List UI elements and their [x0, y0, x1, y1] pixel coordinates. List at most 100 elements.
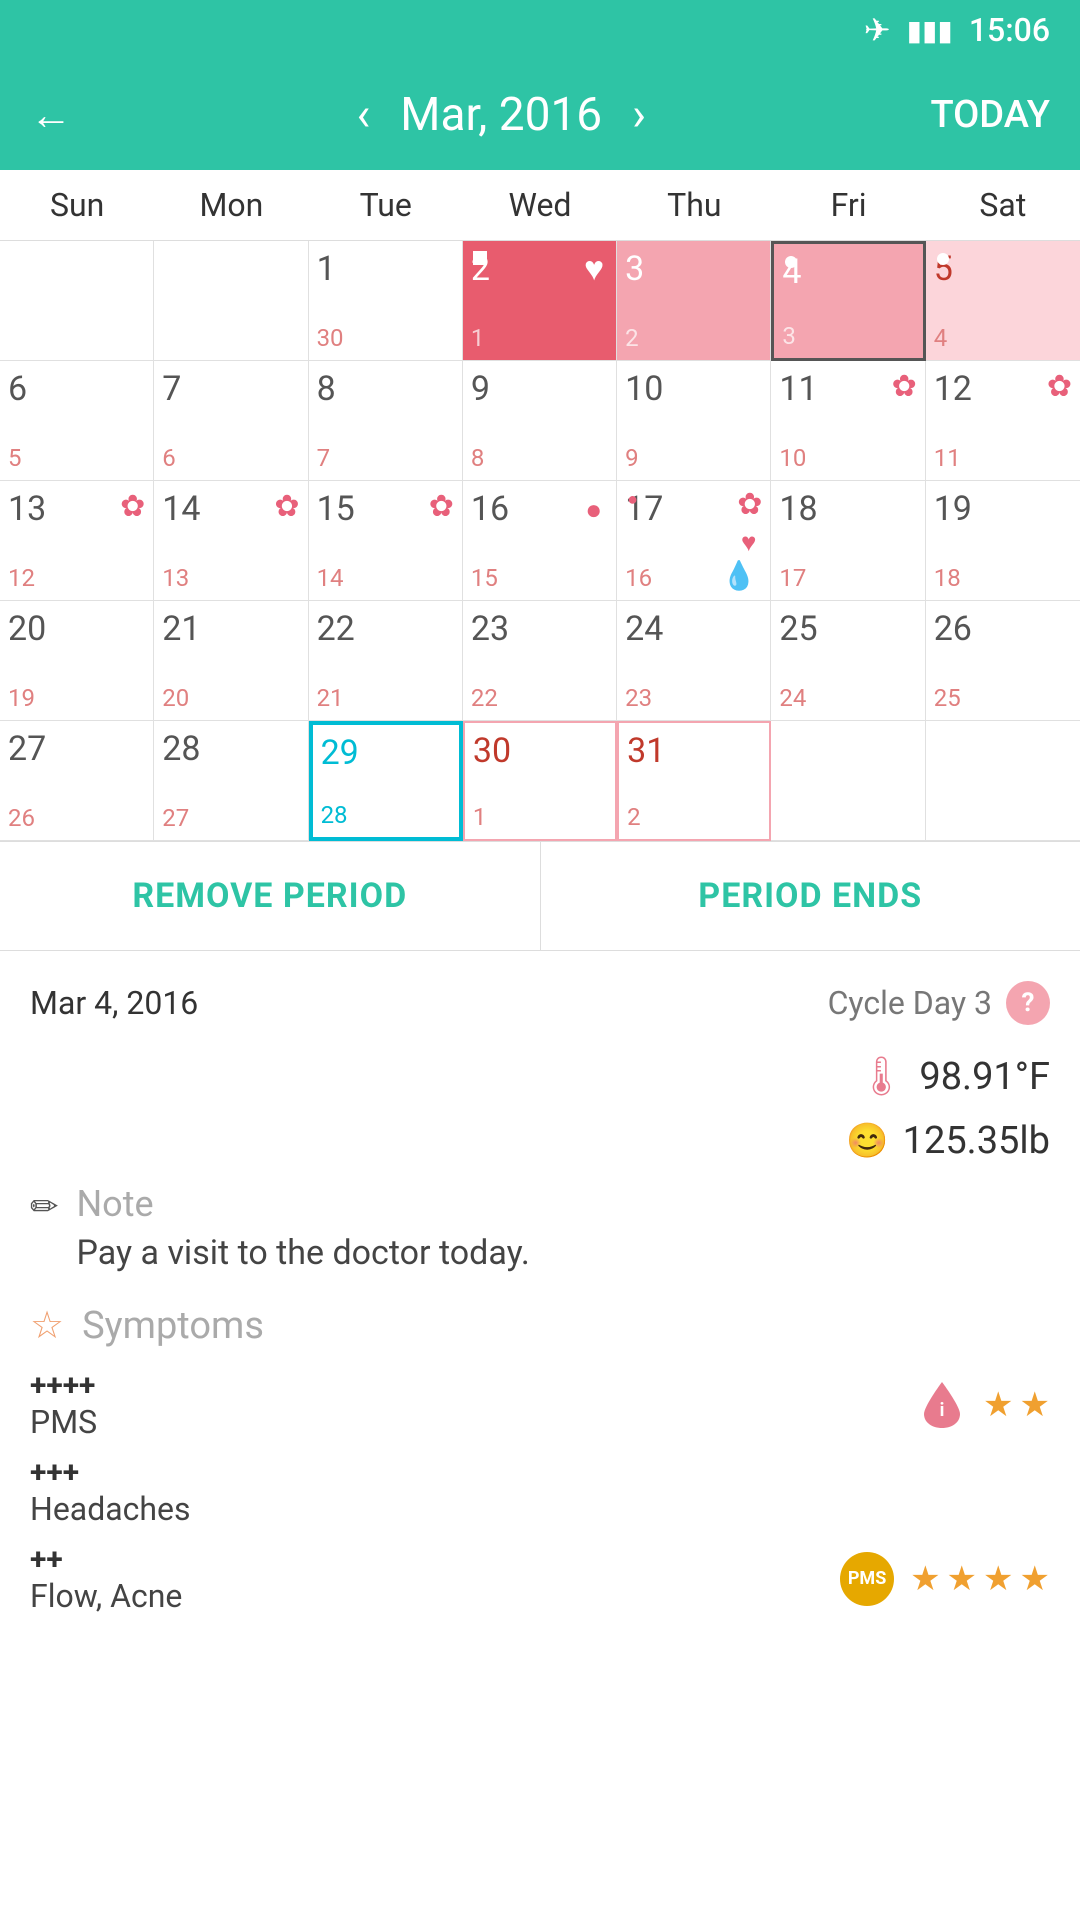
calendar-cell-26[interactable]: 26 25: [926, 601, 1080, 721]
svg-text:i: i: [940, 1400, 945, 1421]
dot-icon: [784, 254, 798, 268]
calendar-cell-27[interactable]: 27 26: [0, 721, 154, 841]
calendar-cell-7[interactable]: 7 6: [154, 361, 308, 481]
pms-stars: ★ ★: [983, 1385, 1050, 1425]
calendar-cell-24[interactable]: 24 23: [617, 601, 771, 721]
calendar-cell-22[interactable]: 22 21: [309, 601, 463, 721]
calendar-cell-8[interactable]: 8 7: [309, 361, 463, 481]
calendar-header: ← ‹ Mar, 2016 › TODAY: [0, 60, 1080, 170]
calendar-cell-15[interactable]: 15 14 ✿: [309, 481, 463, 601]
symptoms-star-icon[interactable]: ☆: [30, 1303, 64, 1348]
symptom-pms: ++++ PMS i ★ ★: [30, 1368, 1050, 1441]
calendar-cell-12[interactable]: 12 11 ✿: [926, 361, 1080, 481]
pms-badge-icon: PMS: [840, 1552, 894, 1606]
status-time: 15:06: [969, 11, 1050, 49]
flower-icon: ✿: [274, 489, 299, 524]
calendar-cell-14[interactable]: 14 13 ✿: [154, 481, 308, 601]
calendar-cell-2[interactable]: 2 1 ♥: [463, 241, 617, 361]
circle-icon: ●: [585, 493, 602, 526]
calendar-cell-6[interactable]: 6 5: [0, 361, 154, 481]
flower-icon: ✿: [429, 489, 454, 524]
calendar-cell-16[interactable]: 16 15 ●: [463, 481, 617, 601]
calendar-cell-3[interactable]: 3 2: [617, 241, 771, 361]
day-header-mon: Mon: [154, 170, 308, 240]
status-bar: ✈ ▮▮▮ 15:06: [0, 0, 1080, 60]
symptom-flow-acne: ++ Flow, Acne PMS ★ ★ ★ ★: [30, 1542, 1050, 1615]
calendar-cell-21[interactable]: 21 20: [154, 601, 308, 721]
calendar-cell-19[interactable]: 19 18: [926, 481, 1080, 601]
calendar-cell-30[interactable]: 30 1: [463, 721, 617, 841]
note-pencil-icon[interactable]: ✏: [30, 1187, 59, 1227]
calendar-cell-29[interactable]: 29 28: [309, 721, 463, 841]
day-header-sat: Sat: [926, 170, 1080, 240]
dot-icon: ●: [627, 489, 638, 510]
note-section: ✏ Note Pay a visit to the doctor today.: [30, 1183, 1050, 1273]
detail-date: Mar 4, 2016: [30, 984, 198, 1022]
symptom-name-pms: PMS: [30, 1403, 97, 1441]
flower-icon: ✿: [1047, 369, 1072, 404]
calendar-cell-empty: [0, 241, 154, 361]
scale-icon: 😊: [846, 1121, 888, 1161]
calendar-cell-28[interactable]: 28 27: [154, 721, 308, 841]
cycle-day-label: Cycle Day 3: [828, 984, 992, 1022]
day-header-thu: Thu: [617, 170, 771, 240]
detail-section: Mar 4, 2016 Cycle Day 3 ? 🌡 98.91°F 😊 12…: [0, 951, 1080, 1615]
battery-icon: ▮▮▮: [907, 14, 953, 47]
month-nav: ‹ Mar, 2016 ›: [356, 88, 646, 142]
detail-header: Mar 4, 2016 Cycle Day 3 ?: [30, 981, 1050, 1025]
symptom-name-headaches: Headaches: [30, 1490, 191, 1528]
calendar-grid: 1 30 2 1 ♥ 3 2 4 3 5 4 6 5 7 6: [0, 241, 1080, 841]
calendar-cell-empty: [926, 721, 1080, 841]
calendar-cell-4[interactable]: 4 3: [771, 241, 925, 361]
remove-period-button[interactable]: REMOVE PERIOD: [0, 842, 541, 950]
calendar-cell-empty: [154, 241, 308, 361]
drop-icon: 💧: [722, 559, 757, 592]
temperature-stat: 🌡 98.91°F: [857, 1055, 1050, 1099]
calendar-cell-25[interactable]: 25 24: [771, 601, 925, 721]
back-button[interactable]: ←: [30, 91, 72, 140]
calendar-cell-13[interactable]: 13 12 ✿: [0, 481, 154, 601]
note-text: Pay a visit to the doctor today.: [77, 1233, 530, 1273]
flower-icon: ✿: [737, 487, 762, 522]
symptom-intensity-2: +++: [30, 1455, 191, 1490]
day-headers: Sun Mon Tue Wed Thu Fri Sat: [0, 170, 1080, 241]
symptoms-header: ☆ Symptoms: [30, 1303, 1050, 1348]
temperature-value: 98.91°F: [919, 1055, 1050, 1099]
weight-value: 125.35lb: [903, 1119, 1050, 1163]
heart-icon: ♥: [584, 249, 604, 289]
weight-stat: 😊 125.35lb: [846, 1119, 1050, 1163]
dot-icon: [473, 251, 487, 265]
airplane-icon: ✈: [864, 11, 891, 49]
cycle-help-icon[interactable]: ?: [1006, 981, 1050, 1025]
prev-month-button[interactable]: ‹: [356, 88, 370, 142]
day-header-tue: Tue: [309, 170, 463, 240]
flower-icon: ✿: [892, 369, 917, 404]
thermometer-icon: 🌡: [857, 1055, 905, 1099]
symptoms-section: ☆ Symptoms ++++ PMS i ★ ★: [30, 1303, 1050, 1615]
month-title: Mar, 2016: [400, 88, 602, 142]
calendar-cell-17[interactable]: 17 16 ● ✿ ♥ 💧: [617, 481, 771, 601]
calendar-cell-11[interactable]: 11 10 ✿: [771, 361, 925, 481]
today-button[interactable]: TODAY: [930, 93, 1050, 137]
calendar-cell-5[interactable]: 5 4: [926, 241, 1080, 361]
cycle-day: Cycle Day 3 ?: [828, 981, 1050, 1025]
bottom-buttons: REMOVE PERIOD PERIOD ENDS: [0, 841, 1080, 951]
calendar-cell-9[interactable]: 9 8: [463, 361, 617, 481]
period-ends-button[interactable]: PERIOD ENDS: [541, 842, 1080, 950]
calendar-cell-1[interactable]: 1 30: [309, 241, 463, 361]
next-month-button[interactable]: ›: [632, 88, 646, 142]
dot-icon: [936, 251, 950, 265]
day-header-sun: Sun: [0, 170, 154, 240]
calendar-cell-23[interactable]: 23 22: [463, 601, 617, 721]
calendar-cell-18[interactable]: 18 17: [771, 481, 925, 601]
symptoms-label: Symptoms: [82, 1304, 264, 1348]
flower-icon: ✿: [120, 489, 145, 524]
symptom-headaches: +++ Headaches: [30, 1455, 1050, 1528]
calendar-cell-31[interactable]: 31 2: [617, 721, 771, 841]
calendar-cell-10[interactable]: 10 9: [617, 361, 771, 481]
symptom-name-flow: Flow, Acne: [30, 1577, 182, 1615]
calendar-cell-20[interactable]: 20 19: [0, 601, 154, 721]
drop-info-icon: i: [917, 1378, 967, 1432]
calendar-cell-empty: [771, 721, 925, 841]
symptom-intensity-3: ++: [30, 1542, 182, 1577]
